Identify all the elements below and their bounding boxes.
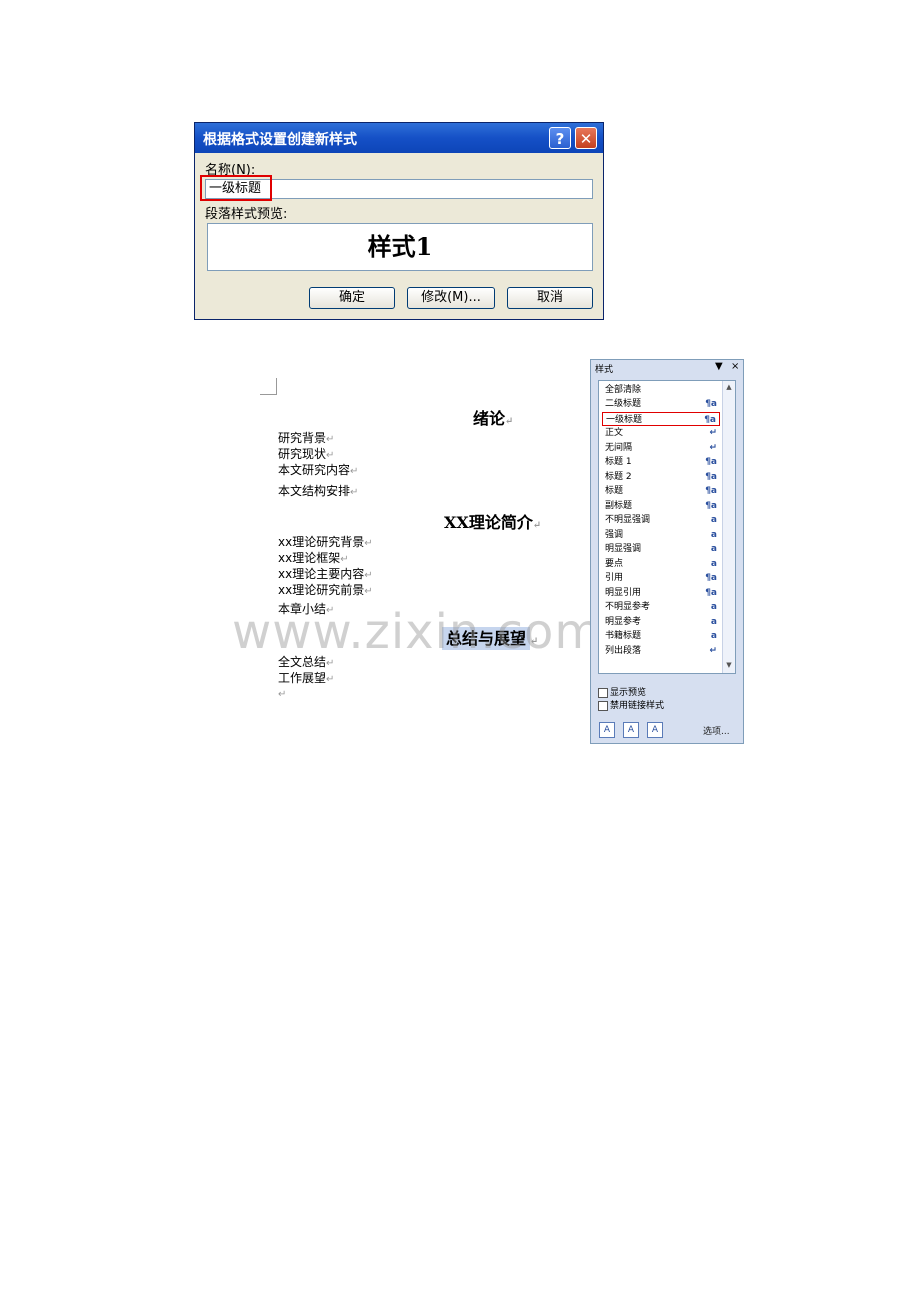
highlight-box [200,175,272,201]
page-corner-mark [260,378,277,395]
style-item[interactable]: 标题 1 ¶a [602,455,720,469]
heading-theory[interactable]: XX理论简介↵ [444,509,541,533]
paragraph-char-icon: ¶a [704,415,716,425]
doc-line[interactable]: 工作展望↵ [278,669,334,686]
cancel-button[interactable]: 取消 [507,287,593,309]
scroll-up-icon[interactable]: ▲ [724,383,734,393]
paragraph-icon: ↵ [709,443,717,453]
paragraph-icon: ↵ [709,428,717,438]
paragraph-char-icon: ¶a [705,472,717,482]
styles-scrollbar[interactable]: ▲ ▼ [722,381,735,673]
character-icon: a [710,617,717,627]
empty-paragraph[interactable]: ↵ [278,686,286,700]
style-preview-box: 样式1 [207,223,593,271]
ok-button[interactable]: 确定 [309,287,395,309]
style-item[interactable]: 正文 ↵ [602,426,720,440]
character-icon: a [710,544,717,554]
disable-linked-styles-checkbox[interactable]: 禁用链接样式 [598,698,664,711]
doc-line[interactable]: xx理论框架↵ [278,549,349,566]
options-link[interactable]: 选项... [703,724,730,737]
style-item[interactable]: 无间隔 ↵ [602,441,720,455]
styles-panel-title: 样式 [595,365,614,375]
preview-label: 段落样式预览: [205,207,288,222]
paragraph-icon: ↵ [709,646,717,656]
checkbox-icon [598,700,608,711]
character-icon: a [710,515,717,525]
paragraph-char-icon: ¶a [705,457,717,467]
style-item[interactable]: 明显参考 a [602,615,720,629]
style-item[interactable]: 明显引用 ¶a [602,586,720,600]
scroll-down-icon[interactable]: ▼ [724,661,734,671]
style-item[interactable]: 列出段落 ↵ [602,644,720,658]
style-item[interactable]: 不明显强调 a [602,513,720,527]
show-preview-checkbox[interactable]: 显示预览 [598,685,646,698]
doc-line[interactable]: 本文研究内容↵ [278,461,358,478]
heading-intro[interactable]: 绪论↵ [473,405,513,429]
paragraph-char-icon: ¶a [705,588,717,598]
style-item[interactable]: 副标题 ¶a [602,499,720,513]
create-style-dialog: 根据格式设置创建新样式 ? ✕ 名称(N): 一级标题 段落样式预览: 样式1 … [194,122,604,320]
doc-line[interactable]: xx理论主要内容↵ [278,565,373,582]
close-button[interactable]: ✕ [575,127,597,149]
style-item[interactable]: 强调 a [602,528,720,542]
character-icon: a [710,559,717,569]
styles-list: 全部清除 二级标题 ¶a 一级标题 ¶a 正文 ↵ 无间隔 ↵ 标题 1 ¶a 标题 2 ¶… [598,380,736,674]
new-style-icon[interactable]: A [599,722,615,738]
checkbox-icon [598,687,608,698]
help-button[interactable]: ? [549,127,571,149]
character-icon: a [710,530,717,540]
style-item[interactable]: 书籍标题 a [602,629,720,643]
dropdown-icon[interactable]: ▼ [715,361,723,372]
style-item[interactable]: 标题 ¶a [602,484,720,498]
dialog-title: 根据格式设置创建新样式 [203,132,357,148]
doc-line[interactable]: xx理论研究前景↵ [278,581,373,598]
character-icon: a [710,631,717,641]
doc-line[interactable]: 研究现状↵ [278,445,334,462]
modify-button[interactable]: 修改(M)... [407,287,495,309]
styles-panel: 样式 ▼ × 全部清除 二级标题 ¶a 一级标题 ¶a 正文 ↵ 无间隔 ↵ 标题 1 ¶… [590,359,744,744]
manage-styles-icon[interactable]: A [647,722,663,738]
styles-panel-header: 样式 ▼ × [591,360,743,376]
style-item[interactable]: 不明显参考 a [602,600,720,614]
style-item[interactable]: 引用 ¶a [602,571,720,585]
doc-line[interactable]: 本文结构安排↵ [278,482,358,499]
style-item[interactable]: 要点 a [602,557,720,571]
close-icon[interactable]: × [731,361,739,372]
style-item-selected[interactable]: 一级标题 ¶a [602,412,720,426]
style-item[interactable]: 标题 2 ¶a [602,470,720,484]
style-item[interactable]: 二级标题 ¶a [602,397,720,411]
paragraph-char-icon: ¶a [705,501,717,511]
paragraph-char-icon: ¶a [705,399,717,409]
style-inspector-icon[interactable]: A [623,722,639,738]
doc-line[interactable]: xx理论研究背景↵ [278,533,373,550]
style-item[interactable]: 明显强调 a [602,542,720,556]
paragraph-char-icon: ¶a [705,573,717,583]
doc-line[interactable]: 研究背景↵ [278,429,334,446]
paragraph-char-icon: ¶a [705,486,717,496]
character-icon: a [710,602,717,612]
style-item[interactable]: 全部清除 [602,383,720,397]
dialog-titlebar: 根据格式设置创建新样式 ? ✕ [195,123,603,153]
